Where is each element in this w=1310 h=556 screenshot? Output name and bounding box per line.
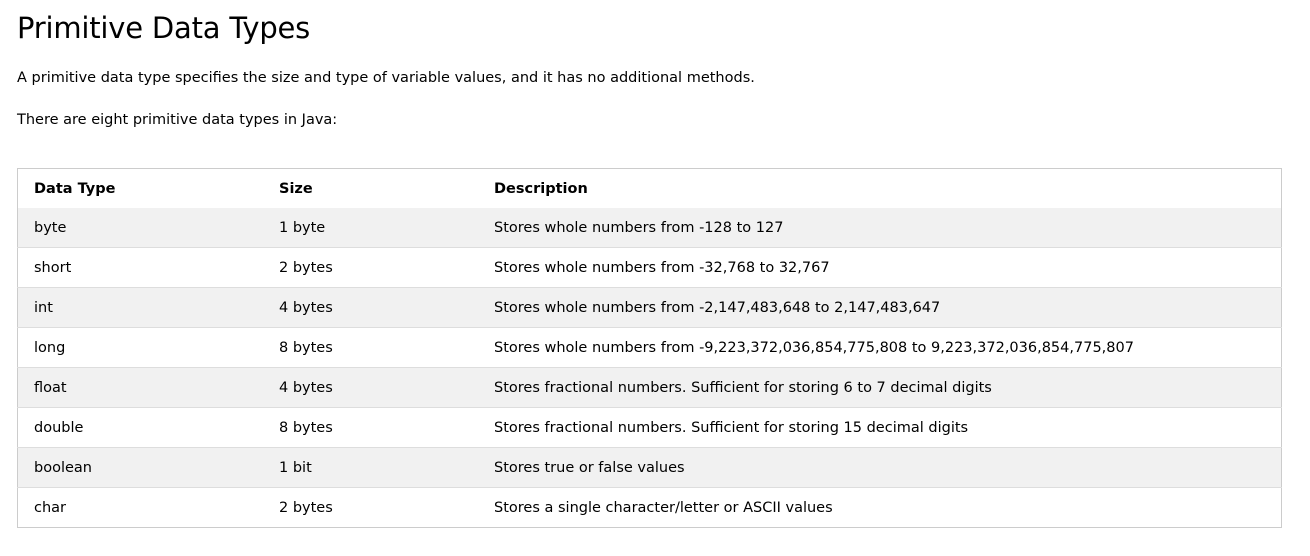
cell-size: 8 bytes bbox=[279, 339, 333, 356]
cell-description: Stores whole numbers from -32,768 to 32,… bbox=[494, 259, 830, 276]
lead-paragraph: There are eight primitive data types in … bbox=[17, 112, 338, 128]
data-types-table: Data Type Size Description byte 1 byte S… bbox=[17, 168, 1282, 528]
cell-description: Stores true or false values bbox=[494, 459, 685, 476]
cell-data-type: boolean bbox=[34, 459, 92, 476]
cell-data-type: long bbox=[34, 339, 66, 356]
header-data-type: Data Type bbox=[34, 180, 116, 197]
header-description: Description bbox=[494, 180, 588, 197]
header-size: Size bbox=[279, 180, 313, 197]
intro-paragraph: A primitive data type specifies the size… bbox=[17, 70, 755, 86]
cell-size: 4 bytes bbox=[279, 299, 333, 316]
cell-description: Stores a single character/letter or ASCI… bbox=[494, 499, 833, 516]
table-header-row: Data Type Size Description bbox=[18, 169, 1282, 209]
table-row: int 4 bytes Stores whole numbers from -2… bbox=[17, 287, 1282, 328]
cell-data-type: double bbox=[34, 419, 84, 436]
cell-description: Stores fractional numbers. Sufficient fo… bbox=[494, 379, 992, 396]
cell-data-type: char bbox=[34, 499, 67, 516]
table-row: char 2 bytes Stores a single character/l… bbox=[17, 487, 1282, 528]
table-row: byte 1 byte Stores whole numbers from -1… bbox=[17, 208, 1282, 248]
cell-size: 1 bit bbox=[279, 459, 312, 476]
data-types-table-wrapper: Data Type Size Description byte 1 byte S… bbox=[17, 168, 1282, 528]
table-row: float 4 bytes Stores fractional numbers.… bbox=[17, 367, 1282, 408]
table-row: boolean 1 bit Stores true or false value… bbox=[17, 447, 1282, 488]
cell-size: 4 bytes bbox=[279, 379, 333, 396]
cell-size: 2 bytes bbox=[279, 259, 333, 276]
table-row: double 8 bytes Stores fractional numbers… bbox=[17, 407, 1282, 448]
cell-data-type: byte bbox=[34, 219, 67, 236]
cell-description: Stores whole numbers from -128 to 127 bbox=[494, 219, 784, 236]
cell-size: 1 byte bbox=[279, 219, 326, 236]
cell-description: Stores whole numbers from -9,223,372,036… bbox=[494, 339, 1134, 356]
table-row: long 8 bytes Stores whole numbers from -… bbox=[17, 327, 1282, 368]
cell-data-type: short bbox=[34, 259, 72, 276]
cell-description: Stores fractional numbers. Sufficient fo… bbox=[494, 419, 969, 436]
cell-data-type: float bbox=[34, 379, 67, 396]
cell-size: 2 bytes bbox=[279, 499, 333, 516]
cell-size: 8 bytes bbox=[279, 419, 333, 436]
table-row: short 2 bytes Stores whole numbers from … bbox=[17, 247, 1282, 288]
cell-data-type: int bbox=[34, 299, 53, 316]
page-title: Primitive Data Types bbox=[17, 11, 311, 45]
cell-description: Stores whole numbers from -2,147,483,648… bbox=[494, 299, 941, 316]
